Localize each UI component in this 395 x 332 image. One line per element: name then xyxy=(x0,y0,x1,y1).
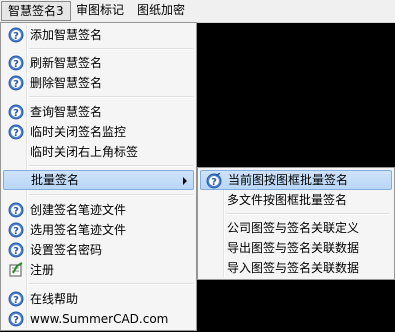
menu-item-add-signature[interactable]: ? 添加智慧签名 xyxy=(3,25,194,45)
menu-separator xyxy=(29,283,193,285)
svg-text:?: ? xyxy=(13,31,19,42)
submenu-item-batch-multi[interactable]: 多文件按图框批量签名 xyxy=(200,190,392,210)
help-icon: ? xyxy=(8,27,24,43)
submenu-item-label: 导入图签与签名关联数据 xyxy=(227,261,360,275)
menu-separator xyxy=(29,96,193,98)
help-icon: ? xyxy=(8,222,24,238)
batch-sign-submenu: ? 当前图按图框批量签名 多文件按图框批量签名 公司图签与签名关联定义 导出图签… xyxy=(197,167,395,280)
svg-text:?: ? xyxy=(13,108,19,119)
menu-item-online-help[interactable]: ? 在线帮助 xyxy=(3,289,194,309)
menu-item-query-signature[interactable]: ? 查询智慧签名 xyxy=(3,102,194,122)
menu-item-label: 选用签名笔迹文件 xyxy=(30,223,127,237)
menu-item-label: 刷新智慧签名 xyxy=(30,56,103,70)
menu-item-label: 批量签名 xyxy=(31,173,80,187)
menu-item-label: 查询智慧签名 xyxy=(30,105,103,119)
menu-item-set-password[interactable]: ? 设置签名密码 xyxy=(3,240,194,260)
menu-separator xyxy=(29,194,193,196)
menu-bar: 智慧签名3 审图标记 图纸加密 xyxy=(0,0,395,23)
help-icon: ? xyxy=(8,55,24,71)
submenu-item-label: 导出图签与签名关联数据 xyxy=(227,241,360,255)
menu-item-label: 添加智慧签名 xyxy=(30,28,103,42)
svg-text:?: ? xyxy=(13,315,19,326)
register-icon xyxy=(9,262,23,277)
submenu-separator xyxy=(226,213,390,215)
smart-sign-menu: ? 添加智慧签名 ? 刷新智慧签名 ? 删除智慧签名 ? 查询智慧签名 ? 临时… xyxy=(0,22,197,331)
menu-separator xyxy=(29,165,193,167)
menubar-item-review-mark[interactable]: 审图标记 xyxy=(70,0,130,21)
menu-item-refresh-signature[interactable]: ? 刷新智慧签名 xyxy=(3,53,194,73)
submenu-item-export-link[interactable]: 导出图签与签名关联数据 xyxy=(200,238,392,258)
submenu-arrow-icon xyxy=(183,177,187,185)
menu-item-create-handwriting[interactable]: ? 创建签名笔迹文件 xyxy=(3,200,194,220)
menu-item-label: 临时关闭签名监控 xyxy=(30,125,127,139)
submenu-item-label: 多文件按图框批量签名 xyxy=(227,193,348,207)
menu-item-close-monitor[interactable]: ? 临时关闭签名监控 xyxy=(3,122,194,142)
batch-sign-icon: ? xyxy=(206,173,222,189)
menu-item-label: 删除智慧签名 xyxy=(30,76,103,90)
svg-text:?: ? xyxy=(13,79,19,90)
menu-item-label: 注册 xyxy=(30,263,55,277)
menu-item-label: 临时关闭右上角标签 xyxy=(30,145,139,159)
submenu-item-define-link[interactable]: 公司图签与签名关联定义 xyxy=(200,218,392,238)
menu-item-delete-signature[interactable]: ? 删除智慧签名 xyxy=(3,73,194,93)
submenu-item-label: 当前图按图框批量签名 xyxy=(228,173,349,187)
menubar-item-smart-sign[interactable]: 智慧签名3 xyxy=(1,1,71,21)
menu-separator xyxy=(29,48,193,50)
menu-item-website[interactable]: ? www.SummerCAD.com xyxy=(3,309,194,329)
svg-text:?: ? xyxy=(13,128,19,139)
submenu-item-label: 公司图签与签名关联定义 xyxy=(227,221,360,235)
help-icon: ? xyxy=(8,75,24,91)
menu-item-close-corner-tag[interactable]: 临时关闭右上角标签 xyxy=(3,142,194,162)
svg-text:?: ? xyxy=(13,206,19,217)
menu-item-register[interactable]: 注册 xyxy=(3,260,194,280)
submenu-item-batch-current[interactable]: ? 当前图按图框批量签名 xyxy=(200,170,392,190)
svg-text:?: ? xyxy=(13,295,19,306)
menu-item-select-handwriting[interactable]: ? 选用签名笔迹文件 xyxy=(3,220,194,240)
submenu-item-import-link[interactable]: 导入图签与签名关联数据 xyxy=(200,258,392,278)
help-icon: ? xyxy=(8,202,24,218)
svg-text:?: ? xyxy=(211,177,217,188)
menu-item-label: 创建签名笔迹文件 xyxy=(30,203,127,217)
help-icon: ? xyxy=(8,311,24,327)
svg-text:?: ? xyxy=(13,226,19,237)
svg-text:?: ? xyxy=(13,246,19,257)
menu-item-batch-sign[interactable]: 批量签名 xyxy=(3,170,194,190)
menu-item-label: 设置签名密码 xyxy=(30,243,103,257)
help-icon: ? xyxy=(8,124,24,140)
svg-text:?: ? xyxy=(13,59,19,70)
menubar-item-drawing-encrypt[interactable]: 图纸加密 xyxy=(131,0,191,21)
menu-item-label: www.SummerCAD.com xyxy=(30,312,169,326)
menu-item-label: 在线帮助 xyxy=(30,292,79,306)
help-icon: ? xyxy=(8,291,24,307)
help-icon: ? xyxy=(8,104,24,120)
help-icon: ? xyxy=(8,242,24,258)
